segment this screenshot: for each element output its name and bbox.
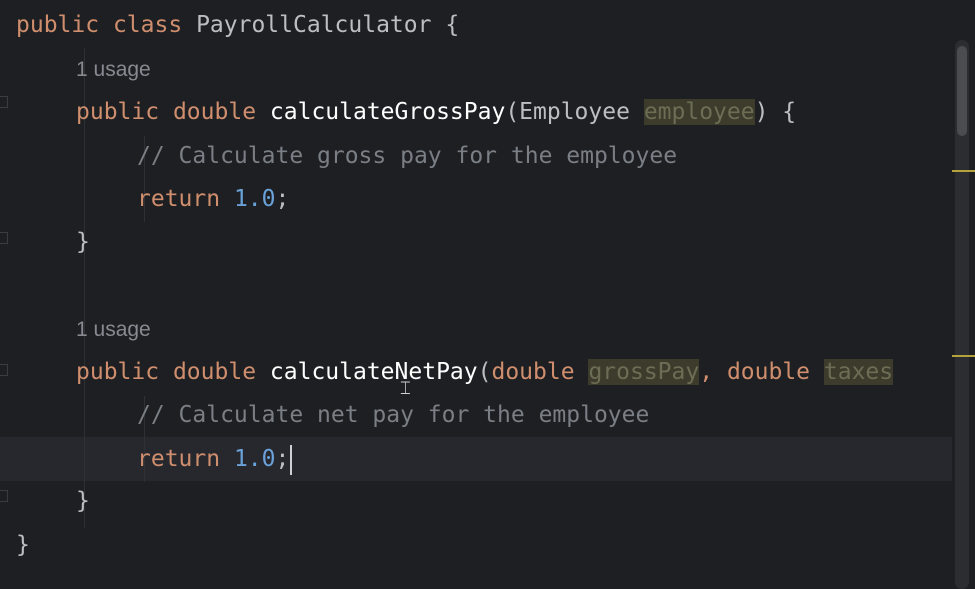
number-literal: 1.0 — [233, 186, 276, 212]
unused-param: employee — [643, 99, 755, 125]
warning-marker[interactable] — [952, 170, 975, 172]
param-type: double — [726, 359, 811, 385]
keyword-double: double — [172, 99, 257, 125]
unused-param: grossPay — [588, 359, 700, 385]
code-comment[interactable]: // Calculate net pay for the employee — [137, 399, 649, 431]
semicolon: ; — [275, 186, 290, 212]
usage-hint[interactable]: 1 usage — [76, 316, 151, 344]
class-name: PayrollCalculator — [196, 12, 432, 38]
keyword-public: public — [16, 12, 100, 38]
keyword-double: double — [172, 359, 257, 385]
close-brace[interactable]: } — [76, 485, 90, 517]
keyword-return: return — [137, 186, 221, 212]
method-name: calculateNetPay — [269, 359, 478, 385]
param-type: Employee — [519, 99, 630, 125]
class-close-brace[interactable]: } — [16, 529, 30, 561]
close-brace[interactable]: } — [76, 226, 90, 258]
number-literal: 1.0 — [233, 446, 276, 472]
i-beam-cursor-icon: ⌶ — [400, 378, 411, 399]
comma: , — [699, 359, 714, 385]
code-line-class-declaration[interactable]: public class PayrollCalculator { — [16, 9, 459, 41]
keyword-public: public — [76, 99, 160, 125]
text-caret — [290, 444, 293, 475]
unused-param: taxes — [823, 359, 894, 385]
code-comment[interactable]: // Calculate gross pay for the employee — [137, 140, 677, 172]
open-paren: ( — [477, 359, 492, 385]
close-paren-brace: ) { — [754, 99, 797, 125]
usage-hint[interactable]: 1 usage — [76, 56, 151, 84]
warning-marker[interactable] — [952, 355, 975, 357]
keyword-return: return — [137, 446, 221, 472]
semicolon: ; — [275, 446, 290, 472]
code-line-method-gross-pay[interactable]: public double calculateGrossPay(Employee… — [76, 96, 796, 128]
method-name: calculateGrossPay — [269, 99, 506, 125]
scrollbar-thumb[interactable] — [957, 46, 967, 136]
code-line-return-active[interactable]: return 1.0; — [137, 443, 293, 475]
param-type: double — [491, 359, 575, 385]
code-editor[interactable]: public class PayrollCalculator { 1 usage… — [0, 0, 952, 589]
keyword-class: class — [112, 12, 183, 38]
open-brace: { — [445, 12, 460, 38]
keyword-public: public — [76, 359, 160, 385]
code-line-method-net-pay[interactable]: public double calculateNetPay(double gro… — [76, 356, 894, 388]
open-paren: ( — [505, 99, 520, 125]
code-line-return[interactable]: return 1.0; — [137, 183, 289, 215]
